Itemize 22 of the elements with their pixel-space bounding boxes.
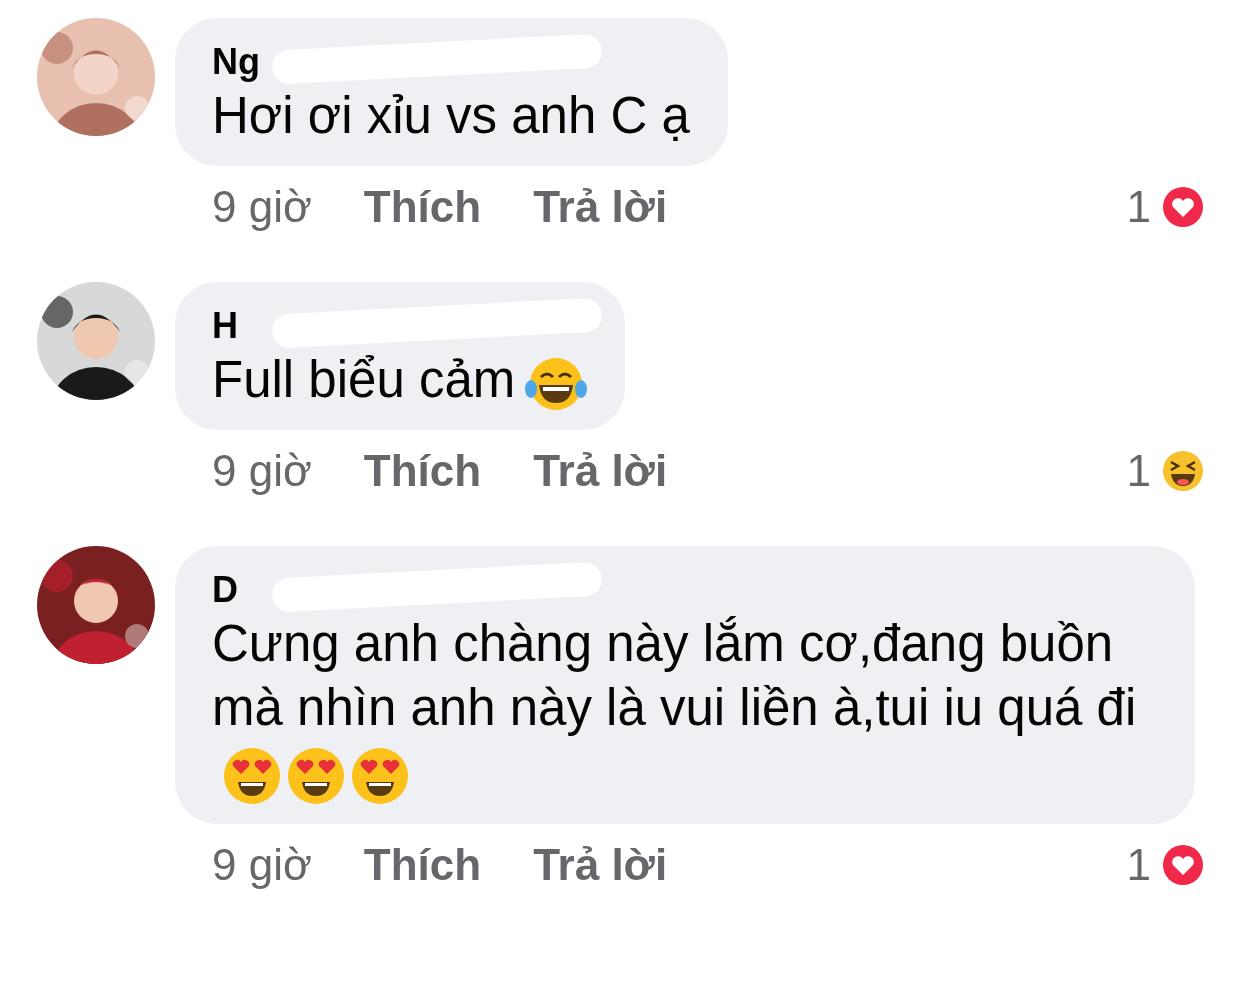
heart-eyes-emoji-icon <box>350 745 410 806</box>
commenter-name[interactable]: Ng <box>212 41 260 82</box>
like-link[interactable]: Thích <box>363 446 482 496</box>
comment-text: Hơi ơi xỉu vs anh C ạ <box>212 86 690 146</box>
comment-text: Cưng anh chàng này lắm cơ,đang buồn mà nhìn anh này là vui liền à,tui iu quá đi <box>212 612 1157 806</box>
comment-time: 9 giờ <box>212 182 312 232</box>
reply-link[interactable]: Trả lời <box>533 182 668 232</box>
heart-eyes-emoji-icon <box>222 745 282 806</box>
like-link[interactable]: Thích <box>363 182 482 232</box>
reply-link[interactable]: Trả lời <box>533 839 668 890</box>
reaction-count: 1 <box>1126 446 1151 496</box>
commenter-name[interactable]: H <box>212 305 238 346</box>
commenter-name[interactable]: D <box>212 569 238 610</box>
heart-eyes-emoji-icon <box>286 745 346 806</box>
reaction-count: 1 <box>1126 182 1151 232</box>
comment-text: Full biểu cảm <box>212 348 588 412</box>
laughing-tears-emoji-icon <box>525 356 588 411</box>
comment-time: 9 giờ <box>212 446 312 496</box>
reply-link[interactable]: Trả lời <box>533 446 668 496</box>
like-link[interactable]: Thích <box>363 839 482 890</box>
comment-time: 9 giờ <box>212 839 312 890</box>
reaction-count: 1 <box>1126 839 1151 890</box>
